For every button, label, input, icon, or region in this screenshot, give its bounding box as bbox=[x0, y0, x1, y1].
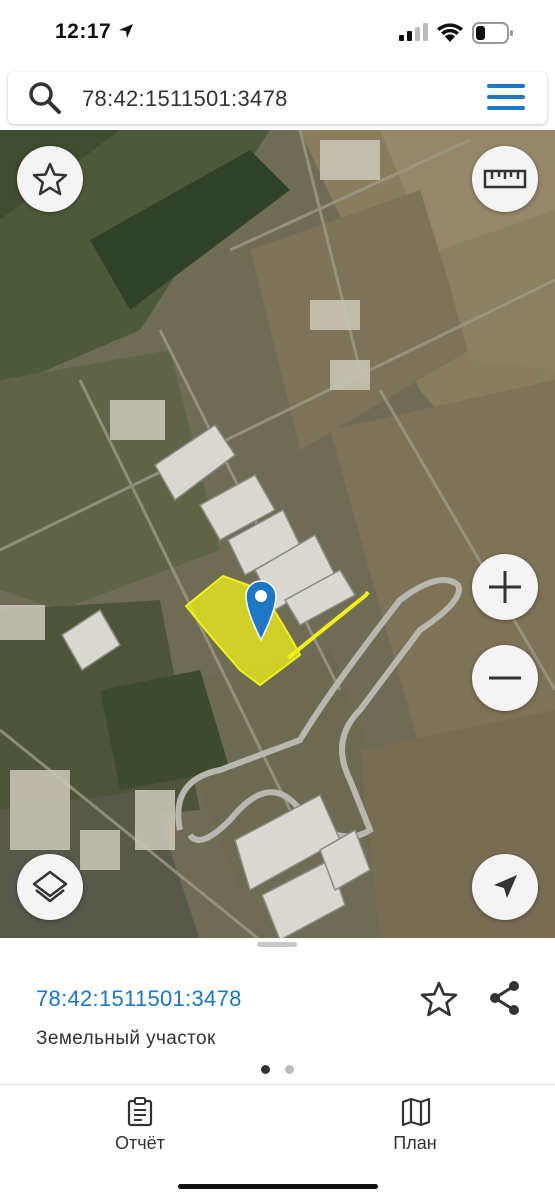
favorite-button[interactable] bbox=[17, 146, 83, 212]
layers-icon bbox=[32, 870, 68, 903]
zoom-out-icon bbox=[489, 676, 521, 680]
satellite-map[interactable] bbox=[0, 130, 555, 940]
cadastral-number[interactable]: 78:42:1511501:3478 bbox=[36, 986, 242, 1012]
locate-arrow-icon bbox=[494, 875, 517, 898]
layers-button[interactable] bbox=[17, 854, 83, 920]
sheet-drag-handle[interactable] bbox=[257, 942, 297, 947]
ruler-icon bbox=[483, 169, 527, 189]
location-services-icon bbox=[119, 24, 133, 38]
zoom-in-icon bbox=[489, 571, 521, 603]
status-time: 12:17 bbox=[55, 20, 112, 43]
report-clipboard-icon bbox=[127, 1097, 153, 1127]
tab-report[interactable]: Отчёт bbox=[70, 1085, 210, 1175]
tab-plan-label: План bbox=[393, 1133, 437, 1153]
page-dot-active[interactable] bbox=[261, 1065, 270, 1074]
status-bar: 12:17 bbox=[0, 0, 555, 66]
zoom-out-button[interactable] bbox=[472, 645, 538, 711]
search-bar[interactable]: 78:42:1511501:3478 bbox=[8, 72, 547, 124]
plan-map-icon bbox=[401, 1097, 431, 1127]
sheet-favorite-star-icon[interactable] bbox=[420, 980, 458, 1018]
page-dot[interactable] bbox=[285, 1065, 294, 1074]
share-icon[interactable] bbox=[488, 980, 522, 1016]
search-input[interactable]: 78:42:1511501:3478 bbox=[82, 86, 288, 112]
zoom-in-button[interactable] bbox=[472, 554, 538, 620]
home-indicator[interactable] bbox=[178, 1184, 378, 1189]
locate-button[interactable] bbox=[472, 854, 538, 920]
cellular-signal-icon bbox=[399, 23, 428, 41]
object-info-sheet[interactable] bbox=[0, 938, 555, 1086]
menu-icon[interactable] bbox=[487, 84, 527, 112]
map-imagery bbox=[0, 130, 555, 940]
ruler-button[interactable] bbox=[472, 146, 538, 212]
bottom-tab-bar: Отчёт План bbox=[0, 1084, 555, 1200]
tab-report-label: Отчёт bbox=[115, 1133, 165, 1153]
tab-plan[interactable]: План bbox=[345, 1085, 485, 1175]
favorite-star-icon bbox=[32, 162, 68, 196]
battery-icon bbox=[472, 22, 513, 44]
search-icon[interactable] bbox=[28, 81, 62, 115]
object-type-label: Земельный участок bbox=[36, 1028, 216, 1049]
wifi-icon bbox=[437, 23, 463, 42]
